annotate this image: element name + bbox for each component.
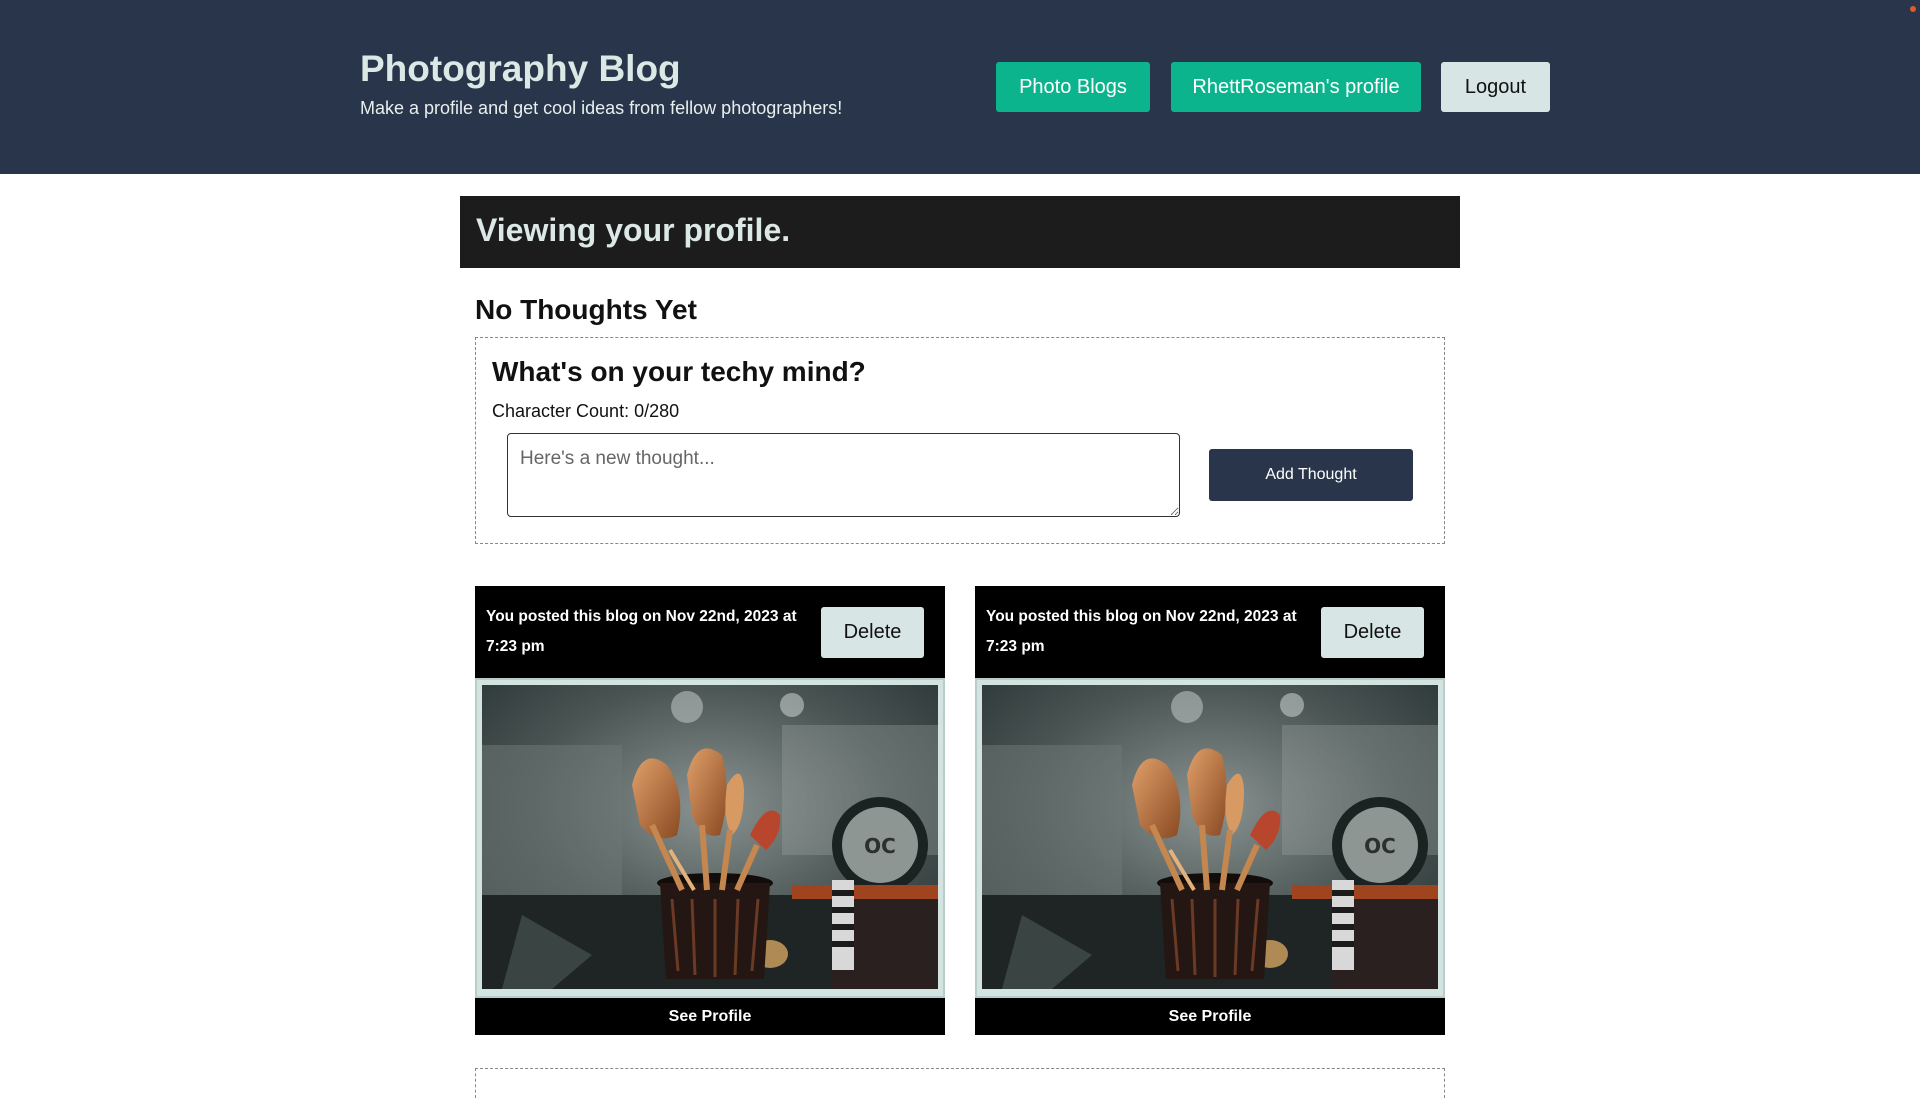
svg-text:OC: OC — [1364, 834, 1396, 858]
blog-post-meta: You posted this blog on Nov 22nd, 2023 a… — [486, 608, 797, 655]
delete-button[interactable]: Delete — [821, 607, 924, 658]
photo-frame: OC — [475, 678, 945, 998]
blog-photo[interactable]: OC — [982, 685, 1438, 989]
photo-frame: OC — [975, 678, 1445, 998]
makeup-brushes-photo-icon: OC — [482, 685, 938, 989]
see-profile-link[interactable]: See Profile — [975, 998, 1445, 1035]
delete-button[interactable]: Delete — [1321, 607, 1424, 658]
site-tagline: Make a profile and get cool ideas from f… — [360, 98, 843, 118]
character-count: Character Count: 0/280 — [492, 401, 680, 421]
page-title: Viewing your profile. — [476, 212, 791, 248]
site-header: Photography Blog Make a profile and get … — [0, 0, 1920, 174]
blog-card: You posted this blog on Nov 22nd, 2023 a… — [475, 586, 945, 1035]
thought-form: What's on your techy mind? Character Cou… — [475, 337, 1445, 544]
see-profile-link[interactable]: See Profile — [475, 998, 945, 1035]
svg-text:OC: OC — [864, 834, 896, 858]
blog-post-meta: You posted this blog on Nov 22nd, 2023 a… — [986, 608, 1297, 655]
blog-card: You posted this blog on Nov 22nd, 2023 a… — [975, 586, 1445, 1035]
blog-photo[interactable]: OC — [482, 685, 938, 989]
profile-button[interactable]: RhettRoseman's profile — [1171, 62, 1421, 112]
makeup-brushes-photo-icon: OC — [982, 685, 1438, 989]
logout-button[interactable]: Logout — [1441, 62, 1550, 112]
no-thoughts-heading: No Thoughts Yet — [475, 294, 697, 325]
site-title[interactable]: Photography Blog — [360, 48, 681, 90]
profile-banner: Viewing your profile. — [460, 196, 1460, 268]
status-dot — [1910, 6, 1916, 12]
next-section-border — [475, 1068, 1445, 1098]
photo-blogs-button[interactable]: Photo Blogs — [996, 62, 1150, 112]
add-thought-button[interactable]: Add Thought — [1209, 449, 1413, 501]
thought-form-title: What's on your techy mind? — [492, 356, 866, 387]
thought-input[interactable] — [507, 433, 1180, 517]
